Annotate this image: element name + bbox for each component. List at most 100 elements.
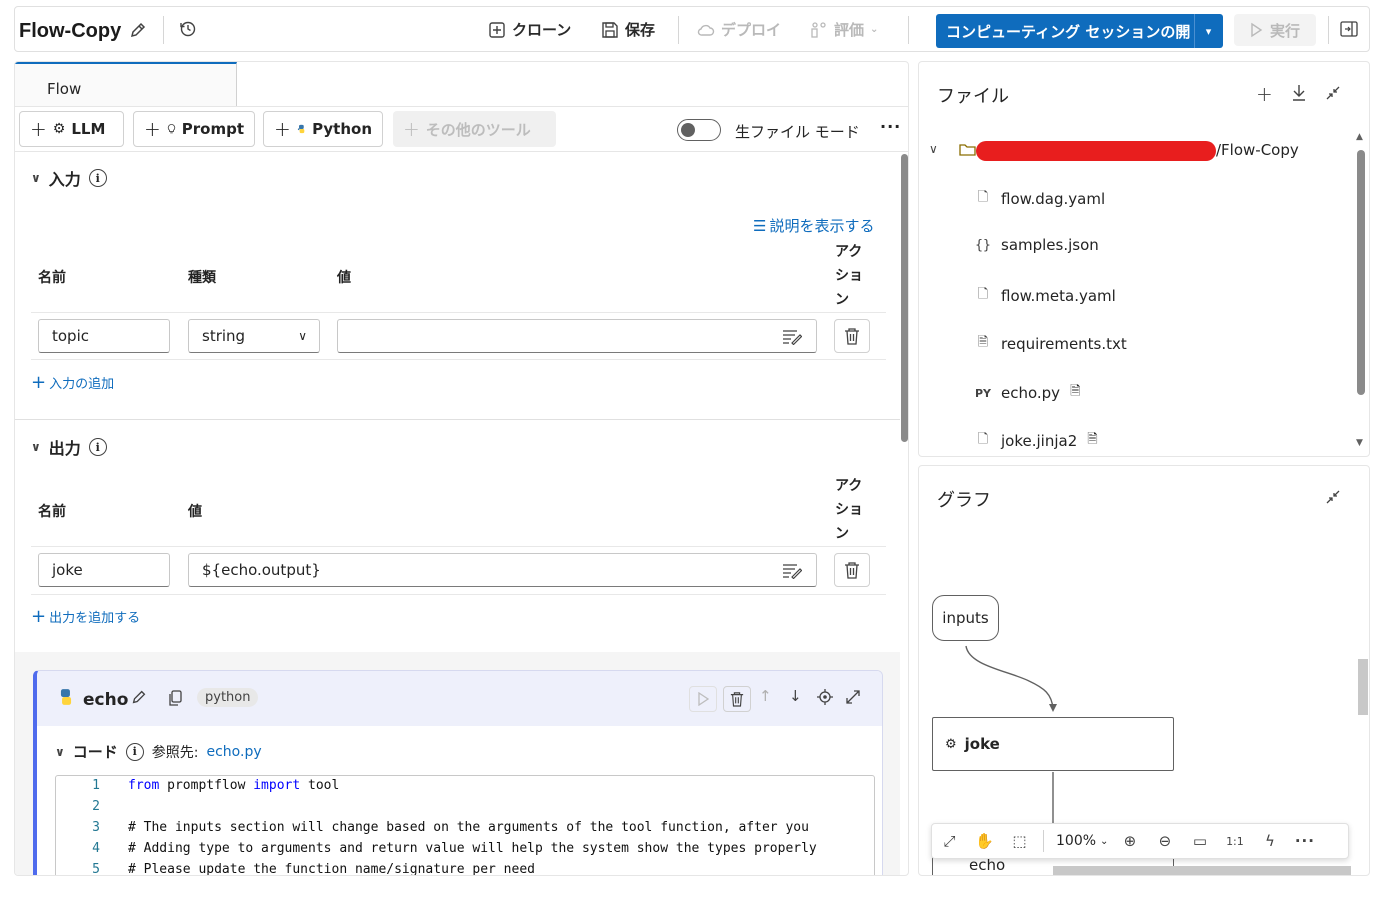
file-item[interactable]: {} samples.json <box>975 236 1099 254</box>
input-type-dropdown[interactable]: string ∨ <box>188 319 320 353</box>
move-up-icon[interactable]: ↑ <box>759 687 772 705</box>
scroll-down-icon[interactable]: ▼ <box>1356 438 1363 448</box>
actual-size-icon[interactable]: 1:1 <box>1217 823 1252 859</box>
input-type-value: string <box>202 327 246 345</box>
scroll-up-icon[interactable]: ▲ <box>1356 132 1363 142</box>
hand-pan-icon[interactable]: ✋ <box>967 823 1002 859</box>
raw-file-mode-toggle[interactable] <box>677 119 721 141</box>
panel-collapse-icon[interactable] <box>1340 21 1358 41</box>
input-name-field[interactable]: topic <box>38 319 170 353</box>
fit-screen-icon[interactable]: ▭ <box>1182 823 1217 859</box>
zoom-out-icon[interactable]: ⊖ <box>1147 823 1182 859</box>
plus-icon: + <box>274 117 291 141</box>
graph-vertical-scrollbar[interactable] <box>1358 659 1368 715</box>
code-editor[interactable]: 1 from promptflow import tool 2 3 # The in… <box>55 775 875 875</box>
code-line: 2 <box>92 799 100 814</box>
move-down-icon[interactable]: ↓ <box>789 687 802 705</box>
list-icon: ☰ <box>753 216 767 235</box>
files-scrollbar[interactable] <box>1357 150 1365 395</box>
chevron-down-icon: ∨ <box>31 440 41 454</box>
delete-output-button[interactable] <box>834 553 870 587</box>
edit-value-icon[interactable] <box>782 329 803 349</box>
input-value-field[interactable] <box>337 319 817 353</box>
evaluate-label: 評価 <box>834 21 865 39</box>
new-file-icon[interactable]: + <box>1256 82 1273 106</box>
inputs-section-header[interactable]: ∨ 入力 i <box>31 166 107 190</box>
delete-input-button[interactable] <box>834 319 870 353</box>
graph-node-joke[interactable]: ⚙ joke <box>932 717 1174 771</box>
edit-pencil-icon[interactable] <box>128 20 148 44</box>
chevron-down-icon: ∨ <box>31 171 41 185</box>
save-label: 保存 <box>625 21 656 39</box>
delete-node-button[interactable] <box>723 686 751 712</box>
tab-flow-label: Flow <box>47 80 82 98</box>
editor-scrollbar[interactable] <box>901 154 908 442</box>
graph-node-inputs[interactable]: inputs <box>932 595 999 641</box>
file-icon: 🗋 <box>977 190 989 205</box>
add-python-button[interactable]: + Python <box>263 111 383 147</box>
info-icon[interactable]: i <box>88 438 107 456</box>
info-icon[interactable]: i <box>88 169 107 187</box>
braces-icon: {} <box>975 237 991 253</box>
history-icon[interactable] <box>179 20 197 42</box>
text-file-icon: 🗎 <box>977 335 989 350</box>
root-folder-name[interactable]: /Flow-Copy <box>1216 141 1299 159</box>
code-section-header[interactable]: ∨ コード i 参照先: echo.py <box>55 741 262 762</box>
python-file-icon: PY <box>975 386 992 400</box>
evaluate-button[interactable]: 評価 ⌄ <box>810 19 878 40</box>
tab-flow[interactable]: Flow <box>15 62 237 106</box>
file-icon: 🗋 <box>977 432 989 447</box>
code-line: 1 from promptflow import tool <box>92 778 340 793</box>
expand-icon[interactable] <box>845 689 861 709</box>
clone-button[interactable]: クローン <box>488 19 571 40</box>
chevron-down-icon: ⌄ <box>870 24 879 35</box>
save-button[interactable]: 保存 <box>601 19 655 40</box>
locate-icon[interactable] <box>817 689 833 709</box>
zoom-level-dropdown[interactable]: 100% ⌄ <box>1050 833 1112 849</box>
zoom-in-icon[interactable]: ⊕ <box>1112 823 1147 859</box>
edit-pencil-icon[interactable] <box>130 688 148 710</box>
raw-file-mode-label: 生ファイル モード <box>735 123 860 141</box>
add-output-link[interactable]: + 出力を追加する <box>31 606 140 627</box>
file-item[interactable]: 🗋 joke.jinja2 🗎 <box>975 430 1098 452</box>
chevron-down-icon[interactable]: ∨ <box>929 142 938 156</box>
add-input-link[interactable]: + 入力の追加 <box>31 372 114 393</box>
output-value-field[interactable]: ${echo.output} <box>188 553 817 587</box>
run-button[interactable]: 実行 <box>1234 14 1316 46</box>
file-item[interactable]: 🗎 requirements.txt <box>975 333 1127 355</box>
add-prompt-button[interactable]: + Prompt <box>133 111 255 147</box>
python-icon <box>60 689 72 705</box>
add-llm-button[interactable]: + ⚙ LLM <box>19 111 124 147</box>
auto-layout-icon[interactable]: ϟ <box>1252 823 1287 859</box>
file-item[interactable]: 🗋 flow.dag.yaml <box>975 188 1105 210</box>
graph-horizontal-scrollbar[interactable] <box>1053 866 1351 875</box>
more-options-icon[interactable]: ··· <box>880 117 901 136</box>
code-label: コード <box>72 743 118 761</box>
llm-icon: ⚙ <box>945 736 957 752</box>
edit-value-icon[interactable] <box>782 563 803 583</box>
file-icon: 🗋 <box>977 287 989 302</box>
select-icon[interactable]: ⬚ <box>1002 823 1037 859</box>
deploy-button[interactable]: デプロイ <box>697 19 781 40</box>
reference-label: 参照先: <box>151 744 199 761</box>
output-name-field[interactable]: joke <box>38 553 170 587</box>
zoom-level: 100% <box>1056 833 1097 849</box>
run-label: 実行 <box>1270 21 1301 40</box>
more-tools-button[interactable]: + その他のツール <box>393 111 556 147</box>
lightbulb-icon <box>167 124 175 134</box>
file-item[interactable]: PY echo.py 🗎 <box>975 382 1081 404</box>
fit-view-icon[interactable]: ⤢ <box>932 823 967 859</box>
run-node-button[interactable] <box>689 686 717 712</box>
info-icon[interactable]: i <box>125 742 144 761</box>
reference-file-link[interactable]: echo.py <box>206 744 261 760</box>
download-icon[interactable] <box>1291 84 1307 106</box>
more-options-icon[interactable]: ··· <box>1287 823 1322 859</box>
copy-icon[interactable] <box>169 690 183 710</box>
chevron-down-icon[interactable]: ▾ <box>1194 14 1222 48</box>
show-description-link[interactable]: ☰ 説明を表示する <box>753 215 874 236</box>
compute-session-button[interactable]: コンピューティング セッションの開 ▾ <box>936 14 1223 48</box>
file-item[interactable]: 🗋 flow.meta.yaml <box>975 285 1116 307</box>
linked-file-icon: 🗎 <box>1070 384 1081 399</box>
outputs-section-header[interactable]: ∨ 出力 i <box>31 435 107 459</box>
collapse-icon[interactable] <box>1326 85 1340 104</box>
